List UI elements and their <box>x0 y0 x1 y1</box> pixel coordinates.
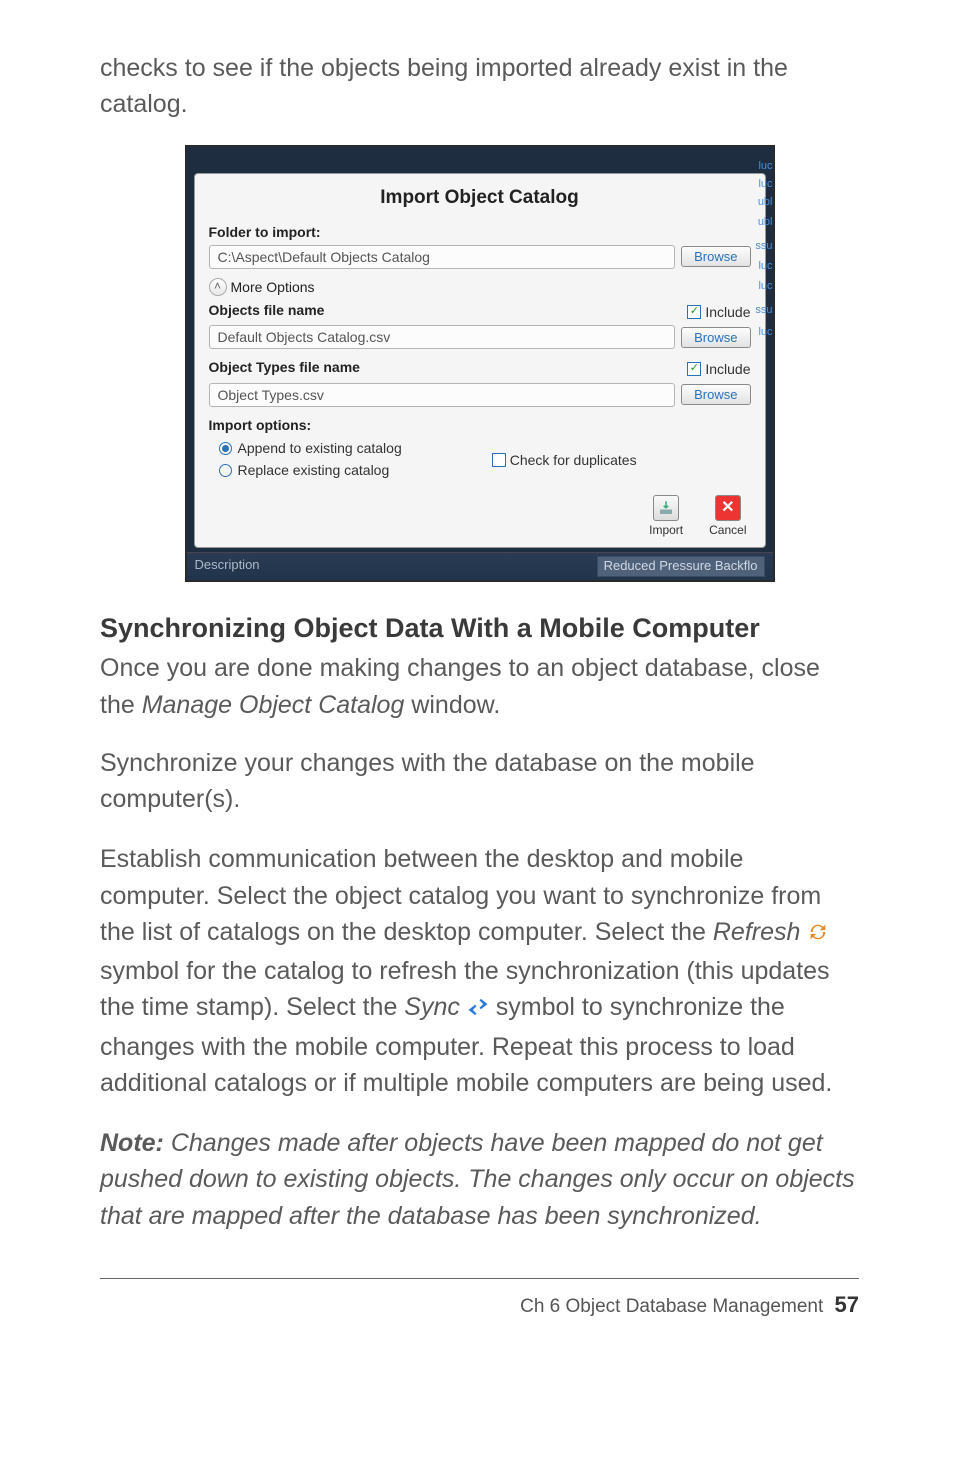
bg-edge-2: luc <box>758 177 772 193</box>
section-heading: Synchronizing Object Data With a Mobile … <box>100 612 859 644</box>
footer-chapter: Ch 6 Object Database Management <box>520 1296 823 1317</box>
objects-file-label: Objects file name <box>209 300 325 320</box>
replace-label: Replace existing catalog <box>238 460 390 480</box>
bg-edge-5: ssu <box>755 239 772 255</box>
more-options-label: More Options <box>231 277 315 297</box>
footer-page-number: 57 <box>835 1292 859 1317</box>
more-options-expander[interactable]: ˄ <box>209 278 227 296</box>
import-button[interactable] <box>653 495 679 521</box>
import-options-label: Import options: <box>209 415 751 435</box>
paragraph-2: Synchronize your changes with the databa… <box>100 745 859 818</box>
note-paragraph: Note: Changes made after objects have be… <box>100 1125 859 1234</box>
radio-icon <box>219 464 232 477</box>
bg-edge-3: ubl <box>758 195 773 211</box>
check-icon: ✓ <box>687 362 701 376</box>
p3-sync: Sync <box>404 993 460 1021</box>
sync-icon <box>467 992 489 1028</box>
page-footer: Ch 6 Object Database Management 57 <box>100 1289 859 1321</box>
bg-edge-1: luc <box>758 159 772 175</box>
note-body: Changes made after objects have been map… <box>100 1129 855 1230</box>
folder-label: Folder to import: <box>209 222 751 242</box>
p3-refresh: Refresh <box>713 918 801 946</box>
bg-edge-6: luc <box>758 259 772 275</box>
description-bar: Description Reduced Pressure Backflo <box>187 552 773 580</box>
cancel-button[interactable]: ✕ <box>715 495 741 521</box>
include-label-1: Include <box>705 302 750 322</box>
dialog-button-bar: Import ✕ Cancel <box>209 489 751 541</box>
bg-edge-9: luc <box>758 325 772 341</box>
desc-right: Reduced Pressure Backflo <box>597 556 765 577</box>
dialog-title: Import Object Catalog <box>209 184 751 212</box>
bg-tab-1 <box>234 157 237 172</box>
types-browse-button[interactable]: Browse <box>681 384 750 405</box>
bg-tab-3 <box>420 157 423 172</box>
p1c: window. <box>404 691 500 719</box>
include-label-2: Include <box>705 359 750 379</box>
append-label: Append to existing catalog <box>238 438 402 458</box>
import-icon <box>657 499 675 517</box>
bg-edge-4: ubl <box>758 215 773 231</box>
background-tabs <box>194 157 766 172</box>
types-file-input[interactable] <box>209 383 676 407</box>
radio-group: Append to existing catalog Replace exist… <box>219 438 402 483</box>
dialog-window: luc luc ubl ubl ssu luc luc ssu luc Impo… <box>185 145 775 582</box>
types-include-checkbox[interactable]: ✓ Include <box>687 359 750 379</box>
folder-browse-button[interactable]: Browse <box>681 246 750 267</box>
paragraph-3: Establish communication between the desk… <box>100 841 859 1101</box>
bg-tab-2 <box>327 157 330 172</box>
intro-text: checks to see if the objects being impor… <box>100 50 859 123</box>
objects-include-checkbox[interactable]: ✓ Include <box>687 302 750 322</box>
check-icon: ✓ <box>687 305 701 319</box>
check-duplicates-checkbox[interactable]: ✓ Check for duplicates <box>492 438 637 483</box>
note-label: Note: <box>100 1129 164 1157</box>
types-file-label: Object Types file name <box>209 357 360 377</box>
bg-edge-7: luc <box>758 279 772 295</box>
checkbox-icon: ✓ <box>492 453 506 467</box>
dialog-figure: luc luc ubl ubl ssu luc luc ssu luc Impo… <box>100 145 859 582</box>
replace-radio[interactable]: Replace existing catalog <box>219 460 402 480</box>
objects-browse-button[interactable]: Browse <box>681 327 750 348</box>
import-caption: Import <box>649 522 683 539</box>
radio-icon <box>219 442 232 455</box>
footer-rule <box>100 1278 859 1279</box>
paragraph-1: Once you are done making changes to an o… <box>100 650 859 723</box>
bg-edge-8: ssu <box>755 303 772 319</box>
folder-input[interactable] <box>209 245 676 269</box>
desc-left: Description <box>195 556 260 577</box>
objects-file-input[interactable] <box>209 325 676 349</box>
cancel-caption: Cancel <box>709 522 746 539</box>
dialog-panel: Import Object Catalog Folder to import: … <box>194 173 766 548</box>
refresh-icon <box>807 917 829 953</box>
p1-manage-catalog: Manage Object Catalog <box>142 691 405 719</box>
check-dup-label: Check for duplicates <box>510 450 637 470</box>
append-radio[interactable]: Append to existing catalog <box>219 438 402 458</box>
